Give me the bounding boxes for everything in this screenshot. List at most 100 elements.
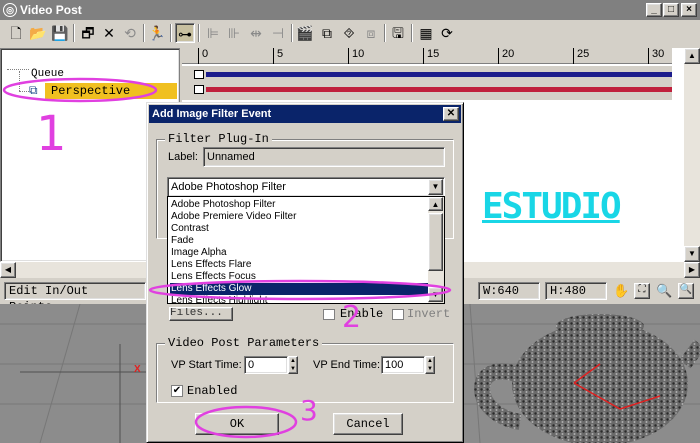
vp-start-field[interactable]: 0 <box>244 356 288 374</box>
window-title: Video Post <box>20 3 82 17</box>
maximize-button[interactable]: □ <box>663 3 679 17</box>
filter-dropdown[interactable]: Adobe Photoshop Filter ▼ <box>167 177 445 197</box>
make-same-size-icon[interactable]: ⇹ <box>246 23 266 43</box>
vp-start-spinner[interactable]: ▲ ▼ <box>288 356 298 374</box>
add-scene-event-icon[interactable]: 🎬 <box>295 23 315 43</box>
annotation-number: 3 <box>300 394 318 427</box>
list-item[interactable]: Contrast <box>170 223 428 235</box>
list-item[interactable]: Adobe Photoshop Filter <box>170 199 428 211</box>
ruler-tick: 5 <box>273 48 283 64</box>
add-image-filter-event-dialog: Add Image Filter Event ✕ Filter Plug-In … <box>146 102 464 443</box>
close-button[interactable]: × <box>681 3 697 17</box>
output-height: H:480 <box>545 282 607 300</box>
edit-event-icon[interactable]: 🗗 <box>78 23 98 43</box>
enable-checkbox[interactable] <box>323 309 335 320</box>
tree-root-queue[interactable]: Queue <box>31 68 64 80</box>
scroll-down-icon[interactable]: ▼ <box>428 287 443 302</box>
window-title-bar[interactable]: ◎ Video Post _ □ × <box>0 0 700 20</box>
setup-button[interactable]: Files... <box>169 307 233 321</box>
list-item[interactable]: Adobe Premiere Video Filter <box>170 211 428 223</box>
scroll-thumb[interactable] <box>428 213 443 271</box>
tree-item-label: Perspective <box>51 84 131 98</box>
align-left-icon[interactable]: ⊫ <box>203 23 223 43</box>
enabled-checkbox[interactable]: ✔ <box>171 385 183 397</box>
add-image-layer-event-icon[interactable]: ⧈ <box>361 23 381 43</box>
vp-start-label: VP Start Time: <box>171 359 242 371</box>
ruler-tick: 25 <box>573 48 589 64</box>
logo-text: ESTUDIO <box>482 186 622 227</box>
align-right-icon[interactable]: ⊪ <box>224 23 244 43</box>
ruler-tick: 0 <box>198 48 208 64</box>
scene-range-bar[interactable] <box>206 87 672 92</box>
dialog-title: Add Image Filter Event <box>152 108 272 120</box>
invert-label: Invert <box>407 307 451 321</box>
teapot-model[interactable] <box>474 314 700 443</box>
time-ruler: 0 5 10 15 20 25 30 <box>182 48 672 64</box>
edit-range-bar-icon[interactable]: ⊶ <box>175 23 195 43</box>
scroll-up-icon[interactable]: ▲ <box>684 48 700 64</box>
ok-button[interactable]: OK <box>195 413 279 435</box>
dialog-title-bar[interactable]: Add Image Filter Event ✕ <box>149 105 461 123</box>
scroll-right-icon[interactable]: ▶ <box>684 262 700 278</box>
chevron-down-icon[interactable]: ▼ <box>428 179 443 195</box>
save-icon[interactable]: 💾 <box>50 23 70 43</box>
list-item[interactable]: Lens Effects Focus <box>170 271 428 283</box>
status-prompt: Edit In/Out Points, <box>4 282 146 314</box>
vp-end-spinner[interactable]: ▲ ▼ <box>425 356 435 374</box>
add-image-filter-event-icon[interactable]: ⯑ <box>339 23 359 43</box>
setup-button-label: Files... <box>170 307 223 319</box>
pan-icon[interactable]: ✋ <box>613 283 629 299</box>
ruler-tick: 15 <box>423 48 439 64</box>
queue-track-start-handle[interactable] <box>194 70 204 79</box>
open-icon[interactable]: 📂 <box>28 23 48 43</box>
scene-event-icon: ⧉ <box>29 83 38 97</box>
tree-item-perspective[interactable]: Perspective <box>45 83 177 99</box>
add-image-output-event-icon[interactable]: 🖫 <box>388 23 408 43</box>
list-item-selected[interactable]: Lens Effects Glow <box>170 283 428 295</box>
swap-events-icon[interactable]: ⟲ <box>120 23 140 43</box>
label-field[interactable]: Unnamed <box>203 147 445 167</box>
scroll-left-icon[interactable]: ◀ <box>0 262 16 278</box>
filter-dropdown-value: Adobe Photoshop Filter <box>171 181 286 193</box>
add-external-event-icon[interactable]: ▦ <box>416 23 436 43</box>
abut-selected-icon[interactable]: ⊣ <box>268 23 288 43</box>
minimize-button[interactable]: _ <box>646 3 662 17</box>
queue-range-bar[interactable] <box>206 72 672 77</box>
list-item[interactable]: Fade <box>170 235 428 247</box>
list-item[interactable]: Image Alpha <box>170 247 428 259</box>
cancel-button[interactable]: Cancel <box>333 413 403 435</box>
zoom-region-icon[interactable]: 🔍 <box>678 283 694 299</box>
add-image-input-event-icon[interactable]: ⧉ <box>317 23 337 43</box>
filter-dropdown-list[interactable]: Adobe Photoshop Filter Adobe Premiere Vi… <box>167 196 445 304</box>
dialog-close-button[interactable]: ✕ <box>443 107 459 121</box>
invert-checkbox[interactable] <box>392 309 404 320</box>
annotation-number: 1 <box>36 106 67 162</box>
add-loop-event-icon[interactable]: ⟳ <box>437 23 457 43</box>
scene-track-start-handle[interactable] <box>194 85 204 94</box>
track-vertical-scrollbar[interactable]: ▲ ▼ <box>684 48 700 262</box>
zoom-extents-icon[interactable]: ⛶ <box>634 283 650 299</box>
scroll-up-icon[interactable]: ▲ <box>428 197 443 211</box>
estudio-logo: ESTUDIO <box>482 178 627 238</box>
video-post-toolbar: 🗋 📂 💾 🗗 ✕ ⟲ 🏃 ⊶ ⊫ ⊪ ⇹ ⊣ 🎬 ⧉ ⯑ ⧈ 🖫 ▦ ⟳ <box>0 20 700 46</box>
filter-plugin-group-label: Filter Plug-In <box>165 132 272 146</box>
vp-end-label: VP End Time: <box>313 359 381 371</box>
zoom-time-icon[interactable]: 🔍 <box>656 283 672 299</box>
output-width: W:640 <box>478 282 540 300</box>
ruler-tick: 30 <box>648 48 664 64</box>
execute-sequence-icon[interactable]: 🏃 <box>147 23 167 43</box>
list-item[interactable]: Lens Effects Highlight <box>170 295 428 303</box>
app-icon: ◎ <box>3 3 17 17</box>
vp-group-label: Video Post Parameters <box>165 336 323 350</box>
scroll-down-icon[interactable]: ▼ <box>684 246 700 262</box>
label-caption: Label: <box>168 151 198 163</box>
list-item[interactable]: Lens Effects Flare <box>170 259 428 271</box>
new-icon[interactable]: 🗋 <box>6 23 26 43</box>
list-scrollbar[interactable]: ▲ ▼ <box>428 197 444 303</box>
annotation-number: 2 <box>342 300 362 335</box>
axis-label: X <box>134 364 141 375</box>
enabled-label: Enabled <box>187 384 238 398</box>
vp-end-field[interactable]: 100 <box>381 356 425 374</box>
ruler-tick: 20 <box>498 48 514 64</box>
delete-event-icon[interactable]: ✕ <box>99 23 119 43</box>
